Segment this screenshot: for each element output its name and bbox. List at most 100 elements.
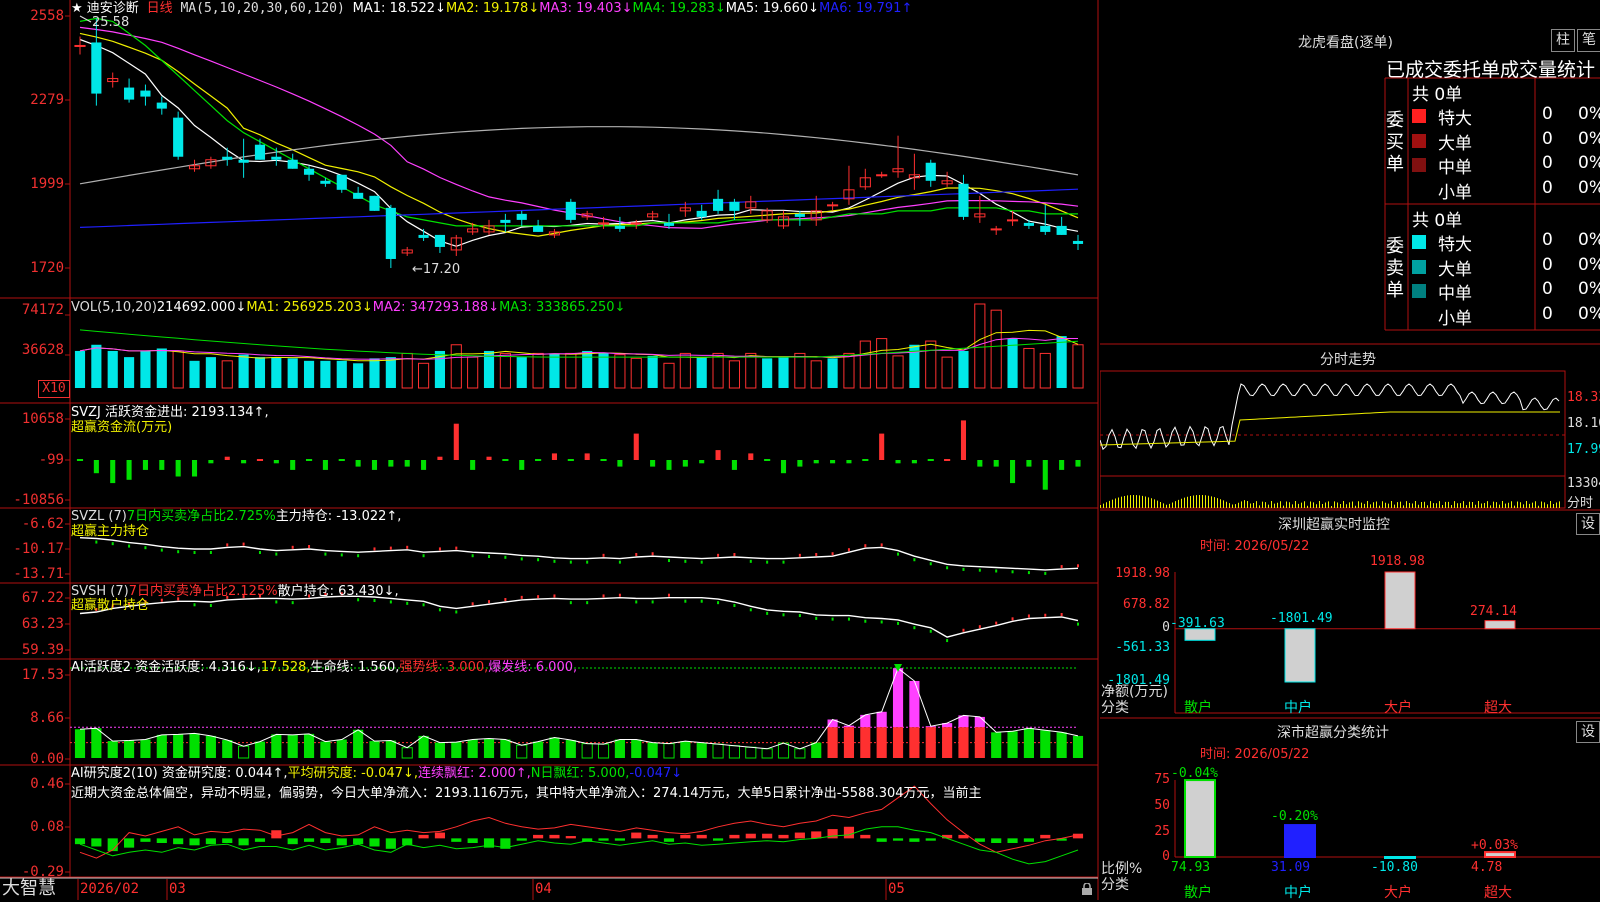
volume-bar bbox=[140, 350, 151, 388]
svzl-line-tick bbox=[242, 542, 245, 546]
sm-bar bbox=[1184, 779, 1216, 858]
left-chart-canvas[interactable] bbox=[0, 0, 1100, 900]
activity-bar bbox=[614, 739, 625, 758]
activity-bar bbox=[303, 733, 315, 758]
sm-category: 中户 bbox=[1284, 885, 1312, 901]
volume-bar bbox=[859, 340, 871, 389]
svsh-line-tick bbox=[782, 613, 785, 617]
order-size-label: 小单 bbox=[1438, 308, 1472, 329]
intraday-vol-tick: 13304 bbox=[1567, 476, 1600, 491]
svsh-line-tick bbox=[291, 601, 294, 605]
volume-bar bbox=[843, 352, 855, 389]
order-count: 0 bbox=[1542, 153, 1553, 173]
activity-bar bbox=[843, 727, 855, 758]
sm-category: 散户 bbox=[1184, 885, 1212, 901]
flow-bar bbox=[453, 423, 459, 460]
svzl-line-tick bbox=[684, 559, 687, 563]
lock-icon[interactable] bbox=[1081, 880, 1093, 895]
svzl-line-tick bbox=[717, 553, 720, 557]
activity-bar bbox=[1007, 731, 1018, 758]
legend-swatch bbox=[1412, 284, 1426, 298]
header-item: AI研究度2(10) 资金研究度: 0.044↑, bbox=[71, 766, 288, 781]
sz-cat: 分类 bbox=[1101, 700, 1129, 716]
activity-bar bbox=[811, 742, 822, 758]
activity-bar bbox=[385, 740, 396, 758]
volume-bar bbox=[630, 357, 642, 389]
sm-settings-button[interactable]: 设 bbox=[1576, 721, 1600, 743]
research-bar bbox=[909, 838, 920, 842]
svsh-line-tick bbox=[406, 601, 409, 605]
order-count: 0 bbox=[1542, 128, 1553, 149]
order-row: 特大 0 0% bbox=[1412, 104, 1600, 129]
column-view-button[interactable]: 柱 bbox=[1551, 29, 1575, 52]
stock-name[interactable]: ★ 迪安诊断 bbox=[71, 1, 139, 16]
activity-bar bbox=[925, 727, 936, 758]
research-bar bbox=[287, 838, 298, 845]
activity-bar bbox=[124, 740, 135, 758]
volume-bar bbox=[467, 356, 479, 389]
svzl-line-tick bbox=[438, 547, 441, 551]
activity-bar bbox=[483, 738, 495, 758]
research-bar bbox=[369, 838, 380, 847]
research-bar bbox=[729, 834, 740, 839]
svsh-line-tick bbox=[684, 599, 687, 603]
ma-line-6 bbox=[79, 188, 1079, 228]
vol-header: VOL(5,10,20)214692.000↓MA1: 256925.203↓M… bbox=[71, 300, 625, 316]
header-item: 强势线: 3.000, bbox=[399, 660, 489, 675]
candle-body bbox=[140, 90, 151, 97]
svzl-sub: 超赢主力持仓 bbox=[71, 524, 150, 539]
svzl-line-tick bbox=[160, 548, 163, 552]
volume-bar bbox=[238, 354, 249, 388]
sz-category: 散户 bbox=[1184, 700, 1212, 716]
flow-bar bbox=[895, 460, 901, 464]
svzl-ytick: -10.17 bbox=[13, 541, 64, 557]
sz-settings-button[interactable]: 设 bbox=[1576, 513, 1600, 535]
period-label[interactable]: 日线 bbox=[147, 1, 173, 16]
tick-view-button[interactable]: 笔 bbox=[1577, 29, 1600, 52]
research-bar bbox=[107, 838, 118, 852]
candle-body bbox=[336, 174, 347, 190]
svzl-line-tick bbox=[422, 554, 425, 558]
header-item: MA6: 19.791↑ bbox=[819, 1, 913, 16]
header-item: 214692.000↓ bbox=[156, 300, 247, 315]
svsh-line-tick bbox=[798, 614, 801, 618]
research-bar bbox=[680, 834, 691, 839]
sz-ytick: 1918.98 bbox=[1115, 566, 1170, 581]
svzl-line-tick bbox=[537, 558, 540, 562]
svsh-ytick: 63.23 bbox=[21, 616, 64, 632]
header-item: MA3: 333865.250↓ bbox=[499, 300, 626, 315]
candle-body bbox=[500, 219, 511, 223]
svzl-line bbox=[79, 537, 1079, 571]
sm-ytick: 75 bbox=[1154, 772, 1170, 787]
svzl-line-tick bbox=[700, 560, 703, 564]
svzj-ytick: 10658 bbox=[21, 411, 64, 427]
candle-body bbox=[516, 213, 527, 220]
order-size-label: 小单 bbox=[1438, 182, 1472, 203]
flow-bar bbox=[470, 460, 476, 470]
svzl-line-tick bbox=[488, 555, 491, 559]
activity-bar bbox=[516, 744, 528, 759]
header-item: MA4: 19.283↓ bbox=[632, 1, 726, 16]
volume-bar bbox=[271, 357, 282, 388]
svsh-line-tick bbox=[651, 600, 654, 604]
activity-bar bbox=[74, 729, 86, 758]
svsh-line-tick bbox=[913, 626, 916, 630]
activity-bar bbox=[680, 741, 691, 758]
volume-bar bbox=[254, 357, 266, 388]
svzl-line-tick bbox=[455, 546, 458, 550]
svsh-line-tick bbox=[880, 620, 883, 624]
header-item: 17.528, bbox=[260, 660, 311, 675]
svsh-line-tick bbox=[275, 600, 278, 604]
candle-body bbox=[91, 42, 102, 94]
date-tick: 05 bbox=[888, 881, 905, 897]
candle-body bbox=[1006, 219, 1019, 222]
date-tick: 03 bbox=[169, 881, 186, 897]
order-count: 0 bbox=[1542, 104, 1553, 124]
svzj-ytick: -10856 bbox=[13, 492, 64, 508]
lhkp-title: 龙虎看盘(逐单) bbox=[1298, 35, 1393, 51]
activity-bar bbox=[974, 716, 985, 728]
flow-bar bbox=[110, 460, 116, 484]
research-bar bbox=[254, 838, 266, 842]
activity-bar bbox=[467, 739, 478, 758]
svzl-line-tick bbox=[602, 553, 605, 557]
